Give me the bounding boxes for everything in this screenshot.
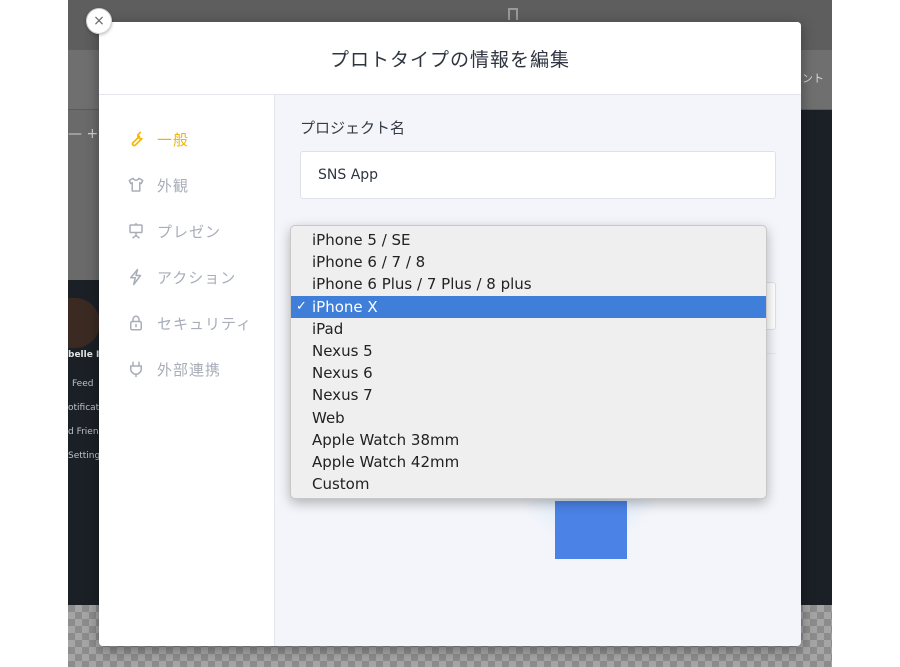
easel-icon [126,221,146,241]
plug-icon [126,359,146,379]
sidebar-item-label: プレゼン [157,222,222,241]
option-label: iPhone X [312,297,378,316]
device-option-iphone-x[interactable]: ✓ iPhone X [291,295,766,318]
device-dropdown-menu: iPhone 5 / SE iPhone 6 / 7 / 8 iPhone 6 … [290,225,767,499]
sidebar-item-presentation[interactable]: プレゼン [99,208,274,254]
option-label: Nexus 6 [312,364,373,383]
sidebar-item-label: 外観 [157,176,190,195]
option-label: Web [312,408,345,427]
settings-sidebar: 一般 外観 プレゼン アクション セキュリティ 外部連携 [99,95,275,646]
wrench-icon [126,129,146,149]
option-label: iPad [312,319,344,338]
device-option-apple-watch-42[interactable]: Apple Watch 42mm [291,451,766,473]
option-label: Apple Watch 42mm [312,452,460,471]
device-option-iphone-plus[interactable]: iPhone 6 Plus / 7 Plus / 8 plus [291,273,766,295]
sidebar-item-label: セキュリティ [157,314,253,333]
background-right-label: ント [802,72,824,85]
checkmark-icon: ✓ [296,298,307,314]
project-name-label: プロジェクト名 [300,119,406,137]
sidebar-item-integrations[interactable]: 外部連携 [99,346,274,392]
option-label: iPhone 6 Plus / 7 Plus / 8 plus [312,275,532,294]
device-option-apple-watch-38[interactable]: Apple Watch 38mm [291,429,766,451]
screen: — + belle Isla Feed otification d Friend… [0,0,900,667]
sidebar-item-action[interactable]: アクション [99,254,274,300]
device-option-web[interactable]: Web [291,407,766,429]
shirt-icon [126,175,146,195]
device-option-ipad[interactable]: iPad [291,318,766,340]
sidebar-item-general[interactable]: 一般 [99,116,274,162]
lightning-icon [126,267,146,287]
sidebar-item-label: 外部連携 [157,360,222,379]
option-label: iPhone 6 / 7 / 8 [312,253,426,272]
sidebar-item-appearance[interactable]: 外観 [99,162,274,208]
background-toolbar-icon [508,8,518,20]
close-icon: × [93,13,105,29]
device-option-nexus-5[interactable]: Nexus 5 [291,340,766,362]
option-label: Apple Watch 38mm [312,430,460,449]
device-option-custom[interactable]: Custom [291,473,766,495]
modal-header: プロトタイプの情報を編集 [99,22,801,95]
device-option-nexus-6[interactable]: Nexus 6 [291,362,766,384]
modal-title: プロトタイプの情報を編集 [329,48,570,71]
close-button[interactable]: × [86,8,112,34]
project-name-input[interactable] [300,151,776,199]
device-preview [555,501,627,559]
sidebar-item-label: アクション [157,268,237,287]
sidebar-item-label: 一般 [157,130,190,149]
option-label: Nexus 5 [312,341,373,360]
option-label: iPhone 5 / SE [312,231,411,249]
lock-icon [126,313,146,333]
option-label: Nexus 7 [312,386,373,405]
device-option-nexus-7[interactable]: Nexus 7 [291,384,766,406]
device-option-iphone-6-7-8[interactable]: iPhone 6 / 7 / 8 [291,251,766,273]
sidebar-item-security[interactable]: セキュリティ [99,300,274,346]
background-stepper: — + [68,126,99,142]
background-menu-item: Feed [72,379,94,389]
device-option-iphone-5-se[interactable]: iPhone 5 / SE [291,229,766,251]
option-label: Custom [312,475,370,494]
